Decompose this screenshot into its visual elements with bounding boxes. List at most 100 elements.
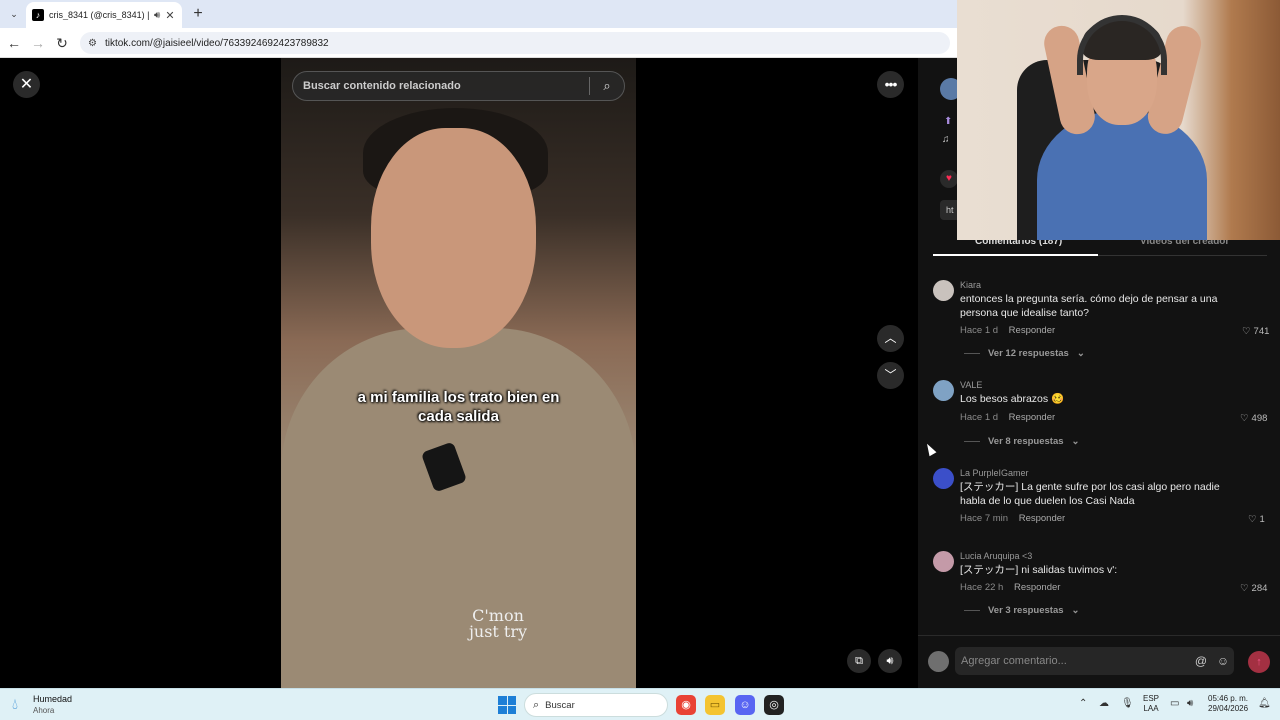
file-explorer-icon[interactable]: ▭ (705, 695, 725, 715)
comment-time: Hace 1 d (960, 412, 999, 423)
windows-taskbar: 💧︎ Humedad Ahora ⌕ Buscar ◉ ▭ ☺ ◎ ⌃ ☁ 🎙︎… (0, 688, 1280, 720)
taskbar-search[interactable]: ⌕ Buscar (524, 693, 668, 717)
close-video-button[interactable]: ✕ (13, 71, 40, 98)
address-bar[interactable]: ⚙ tiktok.com/@jaisieel/video/76339246924… (80, 32, 950, 54)
view-replies-button[interactable]: Ver 8 respuestas ⌄ (964, 436, 1080, 447)
mention-icon[interactable]: @ (1190, 654, 1212, 668)
video-player[interactable]: C'mon just try a mi familia los trato bi… (281, 58, 636, 688)
search-icon: ⌕ (533, 698, 540, 711)
comment-username[interactable]: La PurpleIGamer (960, 468, 1029, 478)
like-button[interactable]: ♥ (940, 170, 958, 188)
comment-username[interactable]: Kiara (960, 280, 981, 290)
discord-app-icon[interactable]: ☺ (735, 695, 755, 715)
speaker-icon[interactable]: 🔊︎ (154, 10, 160, 21)
comment-meta: Hace 1 d Responder (960, 412, 1055, 423)
related-search-input[interactable] (293, 80, 589, 92)
chevron-up-icon[interactable]: ⌃ (1079, 698, 1087, 709)
network-icon[interactable]: ▭ (1170, 698, 1179, 709)
language-code: ESP (1143, 694, 1160, 703)
clock-time: 05:46 p. m. (1208, 694, 1249, 703)
comment-text: entonces la pregunta sería. cómo dejo de… (960, 293, 1218, 319)
microphone-icon[interactable]: 🎙︎ (1121, 698, 1134, 709)
comment-text: [ステッカー] ni salidas tuvimos v': (960, 564, 1118, 576)
view-replies-label: Ver 12 respuestas (988, 348, 1069, 359)
more-options-button[interactable]: ••• (877, 71, 904, 98)
weather-title[interactable]: Humedad (33, 694, 72, 704)
heart-outline-icon: ♡ (1240, 583, 1249, 594)
reply-button[interactable]: Responder (1009, 325, 1055, 336)
system-clock[interactable]: 05:46 p. m. 29/04/2026 (1208, 694, 1248, 714)
comment-like-button[interactable]: ♡ 1 (1248, 514, 1265, 525)
avatar[interactable] (933, 280, 954, 301)
keyboard-layout: LAA (1143, 704, 1159, 713)
comment-like-button[interactable]: ♡ 498 (1240, 413, 1267, 424)
new-tab-button[interactable]: + (188, 4, 208, 24)
notification-bell-icon[interactable]: 🔔︎ (1258, 698, 1271, 709)
chevron-down-icon: ⌄ (1071, 436, 1080, 447)
emoji-icon[interactable]: ☺ (1212, 654, 1234, 668)
taskbar-search-label: Buscar (545, 699, 575, 711)
webcam-overlay (957, 0, 1280, 240)
divider (964, 441, 980, 442)
comment-like-count: 1 (1259, 514, 1265, 525)
screen: ⌄ ♪ cris_8341 (@cris_8341) | TikTok 🔊︎ ✕… (0, 0, 1280, 720)
arrow-left-icon: ← (7, 35, 21, 51)
reply-button[interactable]: Responder (1009, 412, 1055, 423)
cloud-icon[interactable]: ☁ (1099, 698, 1109, 709)
chevron-up-icon: ︿ (884, 331, 897, 345)
weather-subtitle: Ahora (33, 706, 55, 715)
reply-button[interactable]: Responder (1014, 582, 1060, 593)
volume-icon[interactable]: 🔊︎ (1187, 698, 1193, 709)
comment-meta: Hace 1 d Responder (960, 325, 1055, 336)
pin-icon: ⬆ (944, 116, 953, 127)
view-replies-button[interactable]: Ver 12 respuestas ⌄ (964, 348, 1085, 359)
picture-in-picture-button[interactable]: ⧉ (847, 649, 871, 673)
comment-input[interactable] (955, 655, 1190, 667)
reload-button[interactable]: ↻ (52, 33, 72, 53)
comment-input-wrapper: @ ☺ (955, 647, 1234, 675)
view-replies-button[interactable]: Ver 3 respuestas ⌄ (964, 605, 1080, 616)
previous-video-button[interactable]: ︿ (877, 325, 904, 352)
avatar[interactable] (933, 551, 954, 572)
active-tab-underline (933, 254, 1098, 256)
back-button[interactable]: ← (4, 33, 24, 53)
divider (964, 353, 980, 354)
tiktok-favicon-icon: ♪ (32, 9, 44, 21)
heart-outline-icon: ♡ (1240, 413, 1249, 424)
next-video-button[interactable]: ﹀ (877, 362, 904, 389)
chrome-app-icon[interactable]: ◉ (676, 695, 696, 715)
reply-button[interactable]: Responder (1019, 513, 1065, 524)
music-note-icon: ♫ (942, 134, 950, 145)
comment-text: Los besos abrazos 🥴 (960, 393, 1065, 405)
comment-like-button[interactable]: ♡ 741 (1242, 326, 1269, 337)
avatar[interactable] (933, 380, 954, 401)
search-button[interactable]: ⌕ (590, 78, 624, 94)
comment-like-button[interactable]: ♡ 284 (1240, 583, 1267, 594)
comment-meta: Hace 22 h Responder (960, 582, 1060, 593)
tab-close-icon[interactable]: ✕ (165, 9, 174, 22)
avatar[interactable] (933, 468, 954, 489)
humidity-drop-icon[interactable]: 💧︎ (12, 696, 18, 713)
site-info-icon[interactable]: ⚙ (88, 38, 97, 49)
heart-icon: ♥ (946, 173, 952, 184)
language-indicator[interactable]: ESP LAA (1143, 694, 1159, 714)
send-comment-button[interactable]: ↑ (1248, 651, 1270, 673)
avatar[interactable] (928, 651, 949, 672)
start-button[interactable] (498, 696, 516, 714)
comment-time: Hace 1 d (960, 325, 999, 336)
comment-username[interactable]: Lucia Aruquipa <3 (960, 551, 1032, 561)
clock-date: 29/04/2026 (1208, 704, 1249, 713)
comment-like-count: 284 (1251, 583, 1268, 594)
tab-search-dropdown[interactable]: ⌄ (4, 4, 24, 24)
tab-title: cris_8341 (@cris_8341) | TikTok (49, 10, 149, 20)
comment-meta: Hace 7 min Responder (960, 513, 1065, 524)
forward-button[interactable]: → (28, 33, 48, 53)
browser-tab[interactable]: ♪ cris_8341 (@cris_8341) | TikTok 🔊︎ ✕ (26, 2, 182, 28)
volume-button[interactable]: 🔊︎ (878, 649, 902, 673)
obs-app-icon[interactable]: ◎ (764, 695, 784, 715)
volume-icon: 🔊︎ (886, 655, 894, 667)
chevron-down-icon: ⌄ (1076, 348, 1085, 359)
comment-username[interactable]: VALE (960, 380, 982, 390)
url-text[interactable]: tiktok.com/@jaisieel/video/7633924692423… (105, 38, 329, 49)
close-icon: ✕ (19, 76, 34, 93)
